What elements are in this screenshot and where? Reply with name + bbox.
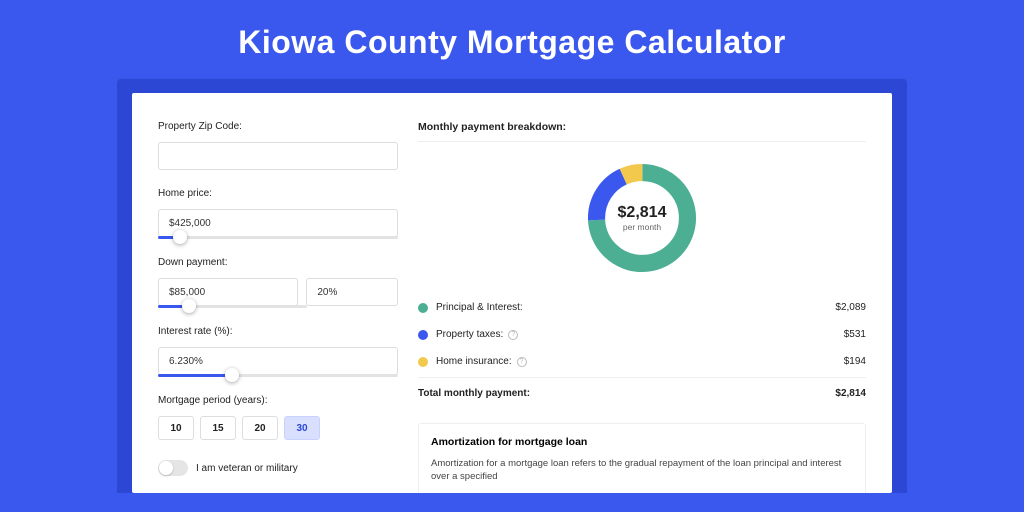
breakdown-label: Property taxes:? <box>418 329 518 340</box>
interest-rate-label: Interest rate (%): <box>158 326 398 337</box>
window-shadow: Property Zip Code: Home price: Down paym… <box>117 79 907 493</box>
legend-dot <box>418 330 428 340</box>
zip-field: Property Zip Code: <box>158 121 398 170</box>
amortization-title: Amortization for mortgage loan <box>431 436 853 448</box>
period-button-20[interactable]: 20 <box>242 416 278 440</box>
breakdown-row: Property taxes:? $531 <box>418 321 866 348</box>
donut-value: $2,814 <box>618 204 667 222</box>
legend-dot <box>418 357 428 367</box>
interest-rate-input[interactable] <box>158 347 398 375</box>
slider-thumb[interactable] <box>182 299 196 313</box>
period-button-15[interactable]: 15 <box>200 416 236 440</box>
veteran-row: I am veteran or military <box>158 460 398 476</box>
breakdown-row: Principal & Interest: $2,089 <box>418 294 866 321</box>
toggle-knob <box>159 461 173 475</box>
form-column: Property Zip Code: Home price: Down paym… <box>158 121 398 493</box>
home-price-label: Home price: <box>158 188 398 199</box>
payment-donut-chart: $2,814 per month <box>582 158 702 278</box>
mortgage-period-field: Mortgage period (years): 10152030 <box>158 395 398 440</box>
breakdown-value: $531 <box>844 329 866 340</box>
total-label: Total monthly payment: <box>418 388 530 399</box>
donut-sublabel: per month <box>623 222 661 232</box>
amortization-card: Amortization for mortgage loan Amortizat… <box>418 423 866 493</box>
zip-input[interactable] <box>158 142 398 170</box>
info-icon[interactable]: ? <box>508 330 518 340</box>
info-icon[interactable]: ? <box>517 357 527 367</box>
breakdown-value: $2,089 <box>835 302 866 313</box>
slider-thumb[interactable] <box>225 368 239 382</box>
zip-label: Property Zip Code: <box>158 121 398 132</box>
home-price-slider[interactable] <box>158 236 398 239</box>
breakdown-total-row: Total monthly payment: $2,814 <box>418 377 866 407</box>
home-price-input[interactable] <box>158 209 398 237</box>
breakdown-value: $194 <box>844 356 866 367</box>
breakdown-column: Monthly payment breakdown: $2,814 per mo… <box>418 121 866 493</box>
amortization-text: Amortization for a mortgage loan refers … <box>431 458 853 484</box>
home-price-field: Home price: <box>158 188 398 239</box>
interest-rate-slider[interactable] <box>158 374 398 377</box>
veteran-toggle[interactable] <box>158 460 188 476</box>
breakdown-label: Home insurance:? <box>418 356 527 367</box>
mortgage-period-label: Mortgage period (years): <box>158 395 398 406</box>
down-payment-label: Down payment: <box>158 257 398 268</box>
donut-container: $2,814 per month <box>418 152 866 294</box>
interest-rate-field: Interest rate (%): <box>158 326 398 377</box>
breakdown-row: Home insurance:? $194 <box>418 348 866 375</box>
slider-thumb[interactable] <box>173 230 187 244</box>
legend-dot <box>418 303 428 313</box>
slider-fill <box>158 374 232 377</box>
calculator-card: Property Zip Code: Home price: Down paym… <box>132 93 892 493</box>
donut-center: $2,814 per month <box>582 158 702 278</box>
down-payment-pct-input[interactable] <box>306 278 398 306</box>
breakdown-rows: Principal & Interest: $2,089 Property taxe… <box>418 294 866 375</box>
down-payment-input[interactable] <box>158 278 298 306</box>
breakdown-title: Monthly payment breakdown: <box>418 121 866 142</box>
down-payment-slider[interactable] <box>158 305 307 308</box>
down-payment-field: Down payment: <box>158 257 398 308</box>
period-buttons: 10152030 <box>158 416 398 440</box>
veteran-label: I am veteran or military <box>196 463 298 474</box>
period-button-30[interactable]: 30 <box>284 416 320 440</box>
page-title: Kiowa County Mortgage Calculator <box>0 0 1024 79</box>
total-value: $2,814 <box>835 388 866 399</box>
period-button-10[interactable]: 10 <box>158 416 194 440</box>
breakdown-label: Principal & Interest: <box>418 302 523 313</box>
